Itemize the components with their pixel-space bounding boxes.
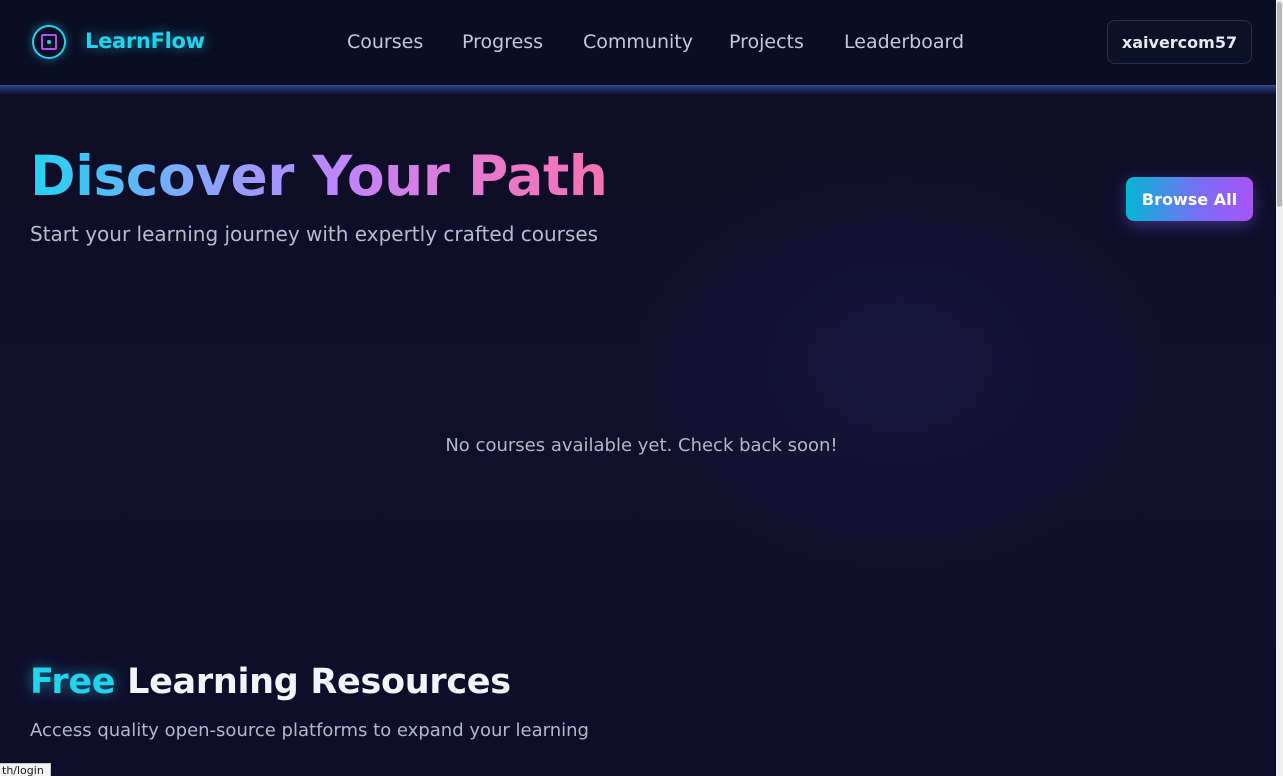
resources-heading-rest: Learning Resources — [115, 662, 511, 702]
user-account-button[interactable]: xaivercom57 — [1107, 20, 1252, 64]
resources-heading-accent: Free — [30, 662, 116, 702]
browse-all-button[interactable]: Browse All — [1126, 177, 1253, 221]
header-glow-divider — [0, 85, 1276, 95]
courses-empty-message: No courses available yet. Check back soo… — [445, 435, 838, 456]
nav-link-projects[interactable]: Projects — [729, 31, 804, 53]
page-scrollbar[interactable] — [1276, 0, 1283, 776]
top-navbar: LearnFlow Courses Progress Community Pro… — [0, 0, 1276, 86]
scrollbar-thumb[interactable] — [1277, 2, 1282, 207]
brand-name[interactable]: LearnFlow — [85, 29, 205, 53]
resources-heading: Free Learning Resources — [30, 662, 511, 702]
resources-subtitle: Access quality open-source platforms to … — [30, 720, 589, 741]
logo-dot — [47, 40, 51, 44]
nav-link-leaderboard[interactable]: Leaderboard — [844, 31, 964, 53]
logo-square — [41, 34, 57, 50]
nav-link-courses[interactable]: Courses — [347, 31, 423, 53]
hero-title: Discover Your Path — [30, 140, 608, 212]
learnflow-page: LearnFlow Courses Progress Community Pro… — [0, 0, 1283, 776]
nav-link-progress[interactable]: Progress — [462, 31, 543, 53]
logo-icon[interactable] — [32, 25, 66, 59]
hero-subtitle: Start your learning journey with expertl… — [30, 222, 599, 246]
nav-link-community[interactable]: Community — [583, 31, 693, 53]
status-bar-url: th/login — [0, 763, 51, 776]
